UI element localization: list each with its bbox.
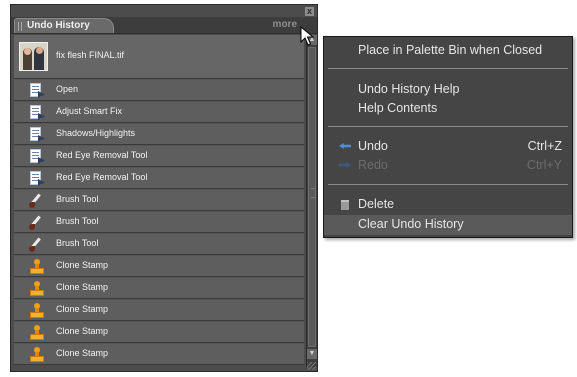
stamp-icon	[28, 280, 46, 297]
stamp-icon	[28, 258, 46, 275]
vertical-scrollbar[interactable]: ▲ ▼	[306, 35, 317, 367]
history-step-label: Open	[56, 84, 79, 94]
tab-grip-icon	[18, 22, 22, 31]
history-step-row[interactable]: Red Eye Removal Tool	[14, 146, 304, 167]
menu-item-delete[interactable]: Delete	[324, 195, 572, 215]
history-step-label: Red Eye Removal Tool	[56, 150, 148, 160]
snapshot-thumbnail	[19, 42, 48, 71]
history-step-label: Adjust Smart Fix	[56, 106, 123, 116]
menu-item-place-in-palette-bin[interactable]: Place in Palette Bin when Closed	[324, 41, 572, 61]
menu-item-label: Delete	[358, 197, 395, 211]
close-palette-button[interactable]: x	[305, 7, 314, 16]
menu-item-label: Clear Undo History	[358, 217, 464, 231]
history-step-label: Shadows/Highlights	[56, 128, 136, 138]
history-step-row[interactable]: Clone Stamp	[14, 344, 304, 365]
history-step-label: Red Eye Removal Tool	[56, 172, 148, 182]
history-step-row[interactable]: Adjust Smart Fix	[14, 102, 304, 123]
document-step-icon	[28, 148, 46, 165]
scroll-thumb[interactable]	[308, 47, 316, 347]
history-step-label: Clone Stamp	[56, 282, 109, 292]
history-step-label: Clone Stamp	[56, 304, 109, 314]
history-step-label: Brush Tool	[56, 194, 99, 204]
history-step-row[interactable]: Red Eye Removal Tool	[14, 168, 304, 189]
undo-history-palette: x Undo History more fix flesh FINAL.tif …	[10, 4, 318, 372]
history-step-row[interactable]: Shadows/Highlights	[14, 124, 304, 145]
history-step-label: Clone Stamp	[56, 326, 109, 336]
history-step-label: Clone Stamp	[56, 260, 109, 270]
stamp-icon	[28, 302, 46, 319]
history-step-row[interactable]: Brush Tool	[14, 212, 304, 233]
history-step-row[interactable]: Clone Stamp	[14, 322, 304, 343]
menu-item-clear-undo-history[interactable]: Clear Undo History	[324, 215, 572, 235]
menu-item-redo[interactable]: Redo Ctrl+Y	[324, 156, 572, 176]
mouse-pointer-icon	[300, 26, 315, 46]
history-step-row[interactable]: Clone Stamp	[14, 256, 304, 277]
trash-icon	[338, 199, 352, 210]
history-step-row[interactable]: Open	[14, 80, 304, 101]
menu-separator	[328, 68, 568, 69]
history-step-row[interactable]: Clone Stamp	[14, 278, 304, 299]
history-step-row[interactable]: Brush Tool	[14, 234, 304, 255]
history-step-row[interactable]: Clone Stamp	[14, 300, 304, 321]
menu-item-shortcut: Ctrl+Z	[527, 139, 562, 153]
snapshot-row[interactable]: fix flesh FINAL.tif	[14, 35, 304, 79]
undo-icon	[338, 141, 352, 152]
menu-item-help-contents[interactable]: Help Contents	[324, 99, 572, 119]
history-step-label: Brush Tool	[56, 238, 99, 248]
document-step-icon	[28, 104, 46, 121]
palette-options-menu: Place in Palette Bin when Closed Undo Hi…	[323, 36, 573, 238]
menu-item-shortcut: Ctrl+Y	[526, 158, 562, 172]
history-content: fix flesh FINAL.tif Open Adjust Smart Fix…	[14, 35, 304, 365]
document-step-icon	[28, 82, 46, 99]
menu-item-label: Undo	[358, 139, 388, 153]
document-step-icon	[28, 170, 46, 187]
tab-label: Undo History	[27, 20, 90, 31]
brush-icon	[28, 236, 46, 253]
scroll-grip-icon	[311, 188, 315, 198]
menu-item-label: Place in Palette Bin when Closed	[358, 43, 543, 57]
document-step-icon	[28, 126, 46, 143]
brush-icon	[28, 192, 46, 209]
tab-undo-history[interactable]: Undo History	[14, 18, 114, 33]
resize-grip-icon[interactable]	[307, 362, 316, 370]
history-step-label: Brush Tool	[56, 216, 99, 226]
more-menu-button[interactable]: more	[273, 18, 297, 32]
history-step-row[interactable]: Brush Tool	[14, 190, 304, 211]
snapshot-label: fix flesh FINAL.tif	[56, 50, 125, 60]
stamp-icon	[28, 346, 46, 363]
brush-icon	[28, 214, 46, 231]
palette-tab-strip: Undo History more	[11, 17, 317, 34]
menu-item-label: Redo	[358, 158, 388, 172]
menu-item-label: Help Contents	[358, 101, 438, 115]
history-step-label: Clone Stamp	[56, 348, 109, 358]
menu-separator	[328, 126, 568, 127]
menu-item-undo[interactable]: Undo Ctrl+Z	[324, 137, 572, 157]
menu-item-label: Undo History Help	[358, 82, 460, 96]
menu-separator	[328, 184, 568, 185]
menu-item-undo-history-help[interactable]: Undo History Help	[324, 80, 572, 100]
history-list: Open Adjust Smart Fix Shadows/Highlights Re…	[14, 80, 304, 365]
redo-icon	[338, 160, 352, 171]
scroll-down-button[interactable]: ▼	[307, 349, 317, 359]
stamp-icon	[28, 324, 46, 341]
